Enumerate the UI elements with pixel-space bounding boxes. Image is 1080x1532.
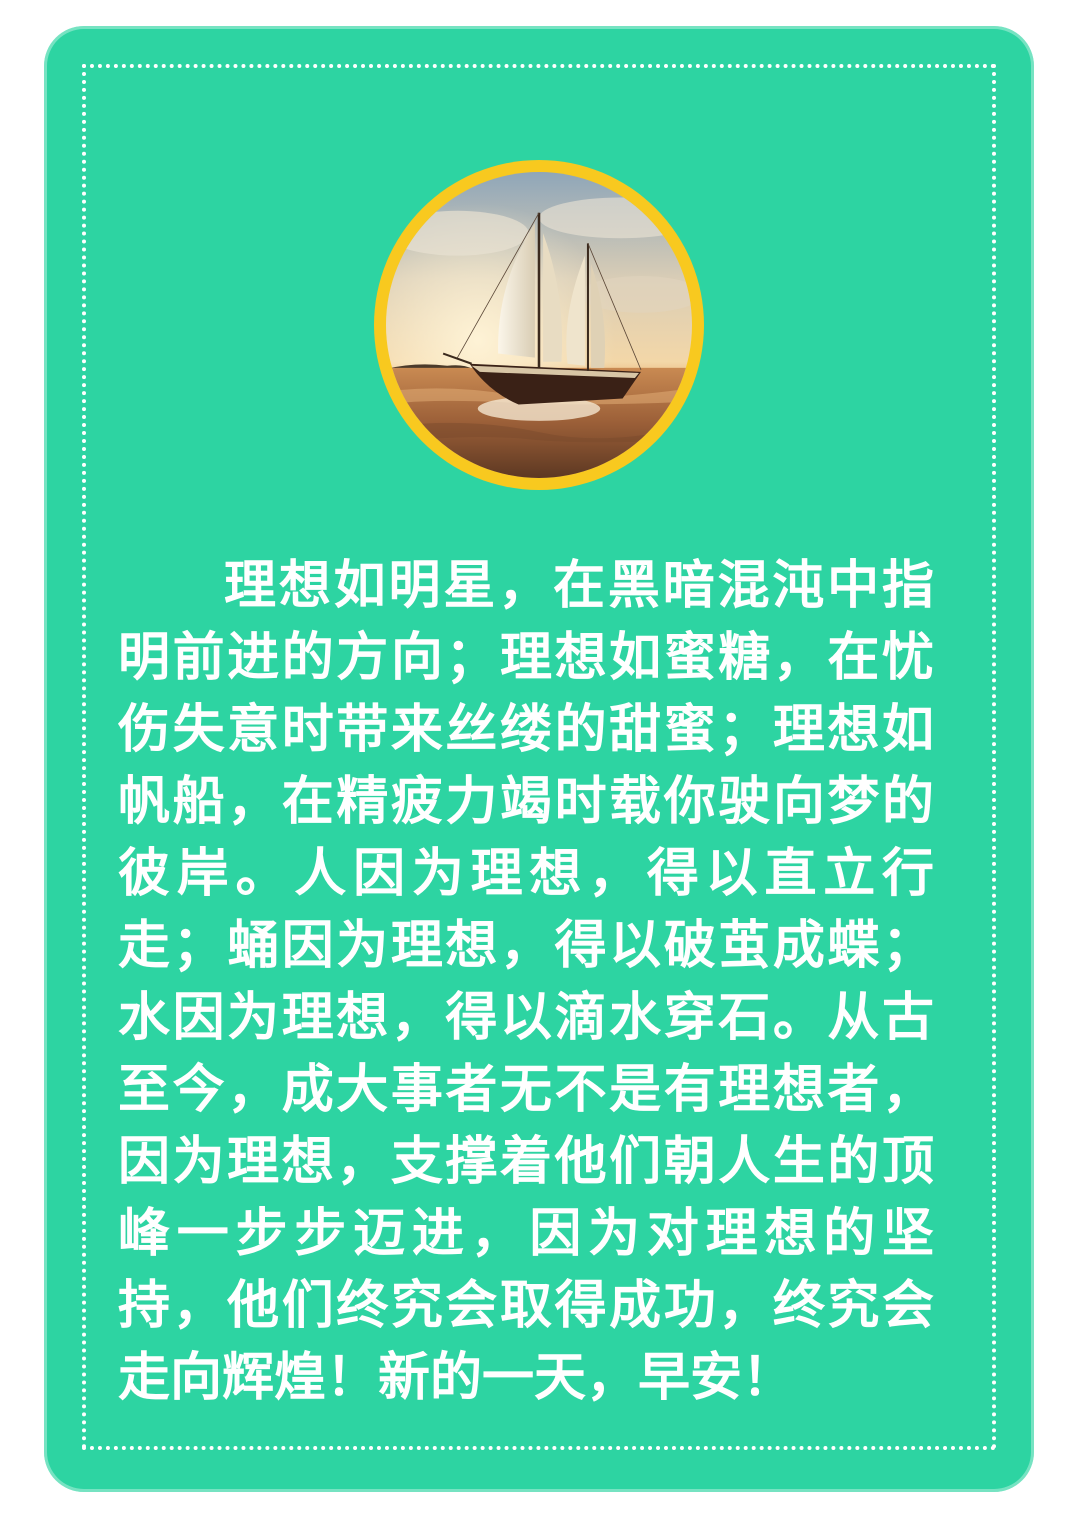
sailboat-photo — [386, 172, 692, 478]
quote-card: 理想如明星，在黑暗混沌中指明前进的方向；理想如蜜糖，在忧伤失意时带来丝缕的甜蜜；… — [44, 26, 1034, 1492]
photo-ring — [374, 160, 704, 490]
sailboat-illustration — [386, 172, 692, 478]
quote-passage: 理想如明星，在黑暗混沌中指明前进的方向；理想如蜜糖，在忧伤失意时带来丝缕的甜蜜；… — [118, 556, 934, 1408]
